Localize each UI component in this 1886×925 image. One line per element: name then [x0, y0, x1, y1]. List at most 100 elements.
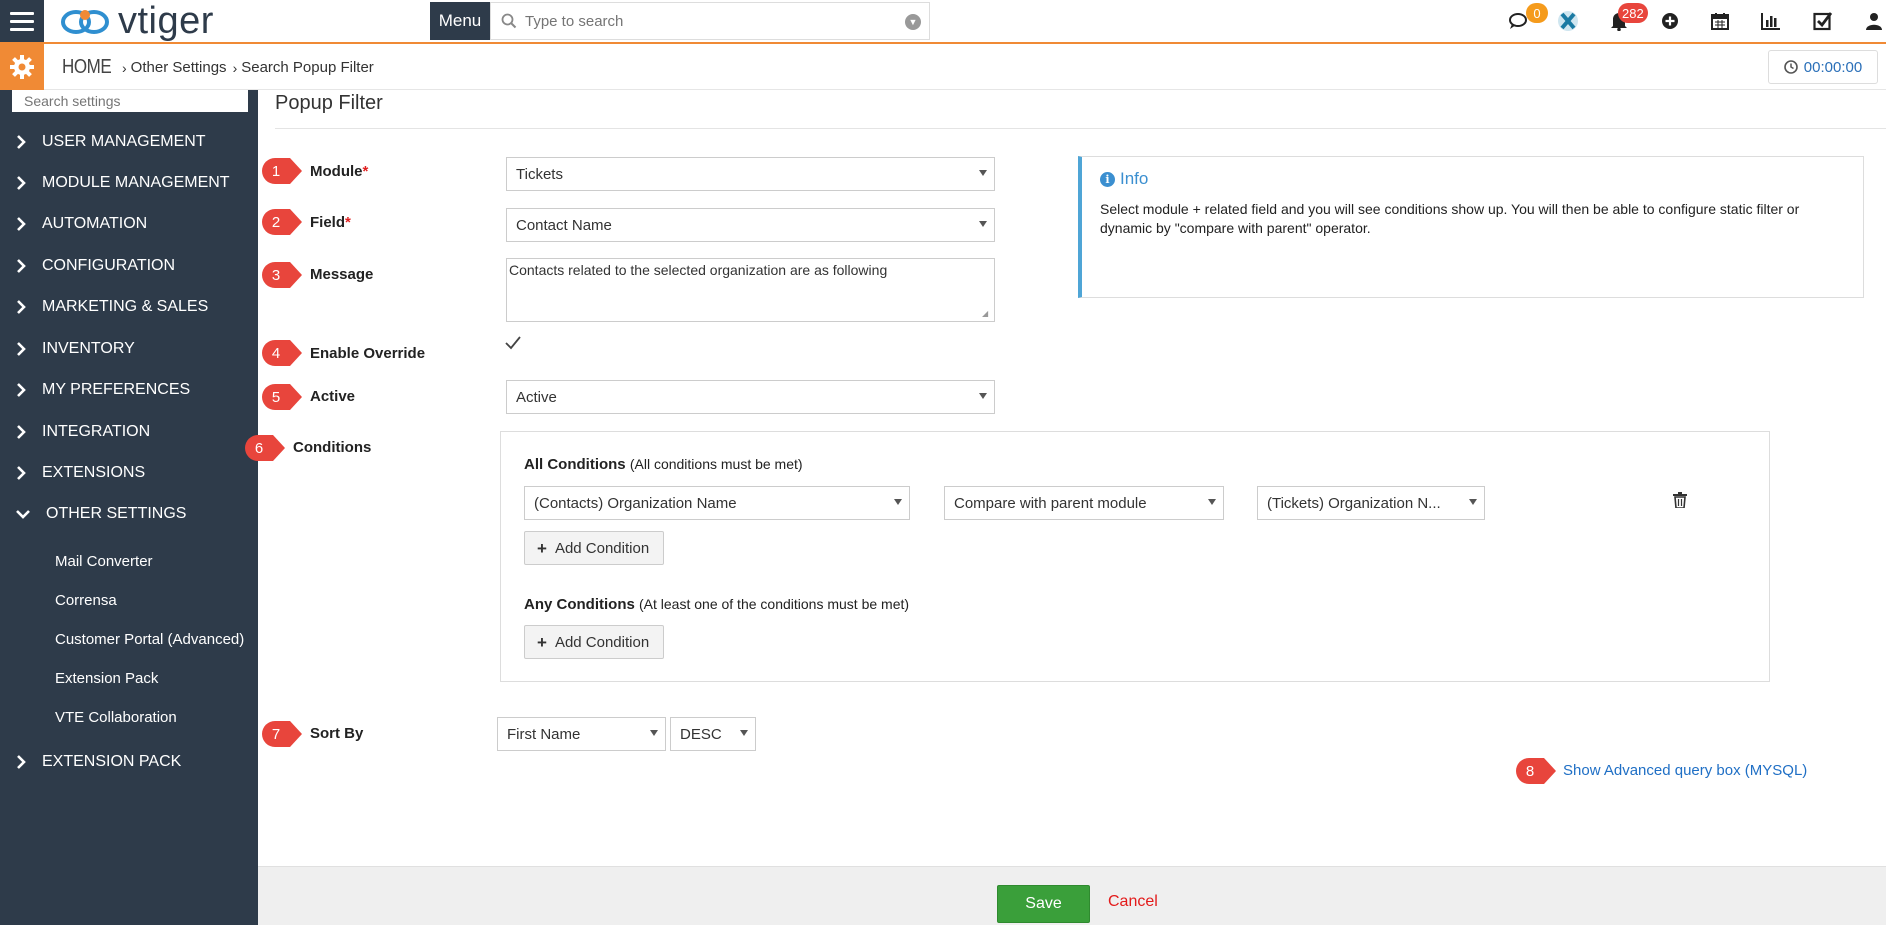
page-title: Popup Filter: [275, 92, 383, 114]
sidebar-item-label: CONFIGURATION: [42, 257, 176, 274]
timer-value: 00:00:00: [1803, 58, 1863, 76]
logo-text: vtiger: [118, 0, 214, 42]
chevron-right-icon: [0, 342, 42, 356]
sidebar-search-input[interactable]: [12, 90, 248, 112]
enable-override-label: Enable Override: [310, 345, 426, 362]
sidebar-item-label: MY PREFERENCES: [42, 381, 191, 398]
info-text: Select module + related field and you wi…: [1100, 201, 1800, 236]
user-profile-icon[interactable]: [1863, 10, 1885, 32]
search-input[interactable]: [525, 12, 905, 30]
module-label: Module*: [310, 163, 369, 180]
menu-button[interactable]: Menu: [430, 2, 490, 40]
step-marker: 2: [262, 209, 302, 235]
delete-condition-trash-icon[interactable]: [1673, 492, 1689, 510]
settings-gear-icon[interactable]: [0, 44, 44, 90]
chat-badge: 0: [1526, 3, 1548, 23]
chevron-right-icon: [0, 217, 42, 231]
sidebar-item-user-management[interactable]: USER MANAGEMENT: [0, 127, 258, 157]
extension-x-icon[interactable]: [1555, 10, 1581, 32]
condition-field-select[interactable]: (Contacts) Organization Name: [524, 486, 910, 520]
sidebar-item-label: EXTENSIONS: [42, 464, 146, 481]
resize-handle-icon[interactable]: ◢: [982, 309, 992, 319]
enable-override-checkbox[interactable]: [505, 336, 521, 355]
vtiger-logo[interactable]: vtiger: [58, 2, 214, 40]
breadcrumb-other-settings[interactable]: Other Settings: [131, 59, 227, 76]
chevron-right-icon: [0, 259, 42, 273]
sidebar-item-inventory[interactable]: INVENTORY: [0, 334, 258, 364]
settings-sidebar: USER MANAGEMENT MODULE MANAGEMENT AUTOMA…: [0, 90, 258, 925]
sidebar-item-label: INVENTORY: [42, 340, 135, 357]
search-icon: [501, 13, 517, 29]
dropdown-caret-icon: [894, 499, 902, 505]
hamburger-menu-icon[interactable]: [0, 0, 44, 42]
search-options-icon[interactable]: ▼: [905, 14, 921, 30]
sidebar-item-label: OTHER SETTINGS: [46, 505, 187, 522]
sidebar-item-label: EXTENSION PACK: [42, 753, 182, 770]
sidebar-subitem-mail-converter[interactable]: Mail Converter: [55, 553, 153, 570]
sidebar-item-label: MARKETING & SALES: [42, 298, 209, 315]
chevron-right-icon: [0, 300, 42, 314]
top-navbar: vtiger Menu ▼ 0 282: [0, 0, 1886, 44]
sidebar-item-my-preferences[interactable]: MY PREFERENCES: [0, 375, 258, 405]
sidebar-item-automation[interactable]: AUTOMATION: [0, 209, 258, 239]
sort-by-label: Sort By: [310, 725, 364, 742]
add-condition-any-button[interactable]: + Add Condition: [524, 625, 665, 659]
add-condition-all-button[interactable]: + Add Condition: [524, 531, 665, 565]
chevron-right-icon: [0, 425, 42, 439]
conditions-panel: All Conditions (All conditions must be m…: [500, 431, 1770, 682]
sidebar-subitem-vte-collaboration[interactable]: VTE Collaboration: [55, 709, 177, 726]
sidebar-item-integration[interactable]: INTEGRATION: [0, 417, 258, 447]
breadcrumb-home[interactable]: HOME: [62, 56, 112, 79]
dropdown-caret-icon: [979, 221, 987, 227]
message-textarea[interactable]: Contacts related to the selected organiz…: [506, 258, 995, 322]
step-marker: 6: [245, 435, 285, 461]
sort-field-select[interactable]: First Name: [497, 717, 666, 751]
sidebar-item-module-management[interactable]: MODULE MANAGEMENT: [0, 168, 258, 198]
active-label: Active: [310, 388, 356, 405]
chevron-right-icon: [0, 135, 42, 149]
sidebar-item-configuration[interactable]: CONFIGURATION: [0, 251, 258, 281]
message-text: Contacts related to the selected organiz…: [509, 262, 888, 278]
dropdown-caret-icon: [1469, 499, 1477, 505]
condition-operator-select[interactable]: Compare with parent module: [944, 486, 1224, 520]
sidebar-item-label: AUTOMATION: [42, 215, 148, 232]
sidebar-subitem-customer-portal[interactable]: Customer Portal (Advanced): [55, 631, 244, 648]
calendar-icon[interactable]: [1709, 10, 1731, 32]
chevron-right-icon: [0, 755, 42, 769]
global-search[interactable]: ▼: [490, 2, 930, 40]
dropdown-caret-icon: [979, 393, 987, 399]
module-select[interactable]: Tickets: [506, 157, 995, 191]
sidebar-item-other-settings[interactable]: OTHER SETTINGS: [0, 499, 258, 529]
save-button[interactable]: Save: [997, 885, 1090, 923]
field-select[interactable]: Contact Name: [506, 208, 995, 242]
sort-order-select[interactable]: DESC: [670, 717, 756, 751]
timer-button[interactable]: 00:00:00: [1768, 50, 1878, 84]
condition-value-select[interactable]: (Tickets) Organization N...: [1257, 486, 1485, 520]
all-conditions-heading: All Conditions (All conditions must be m…: [524, 456, 803, 473]
breadcrumb-separator-icon: ›: [122, 59, 127, 76]
info-panel: i Info Select module + related field and…: [1078, 156, 1864, 298]
reports-chart-icon[interactable]: [1760, 10, 1782, 32]
dropdown-caret-icon: [650, 730, 658, 736]
sidebar-item-extensions[interactable]: EXTENSIONS: [0, 458, 258, 488]
step-marker: 4: [262, 340, 302, 366]
cancel-link[interactable]: Cancel: [1108, 893, 1158, 911]
tasks-checkbox-icon[interactable]: [1812, 10, 1834, 32]
show-advanced-query-link[interactable]: Show Advanced query box (MYSQL): [1563, 762, 1807, 779]
sidebar-item-label: INTEGRATION: [42, 423, 151, 440]
sidebar-subitem-extension-pack[interactable]: Extension Pack: [55, 670, 158, 687]
sidebar-item-label: USER MANAGEMENT: [42, 133, 206, 150]
chevron-right-icon: [0, 466, 42, 480]
add-circle-icon[interactable]: [1659, 10, 1681, 32]
step-marker: 5: [262, 384, 302, 410]
chevron-down-icon: [0, 509, 46, 519]
field-label: Field*: [310, 214, 351, 231]
sidebar-item-marketing-sales[interactable]: MARKETING & SALES: [0, 292, 258, 322]
sidebar-item-extension-pack[interactable]: EXTENSION PACK: [0, 747, 258, 777]
clock-icon: [1783, 60, 1798, 74]
sidebar-subitem-corrensa[interactable]: Corrensa: [55, 592, 117, 609]
breadcrumb-current: Search Popup Filter: [241, 59, 374, 76]
active-select[interactable]: Active: [506, 380, 995, 414]
step-marker: 7: [262, 721, 302, 747]
plus-icon: +: [537, 632, 547, 652]
